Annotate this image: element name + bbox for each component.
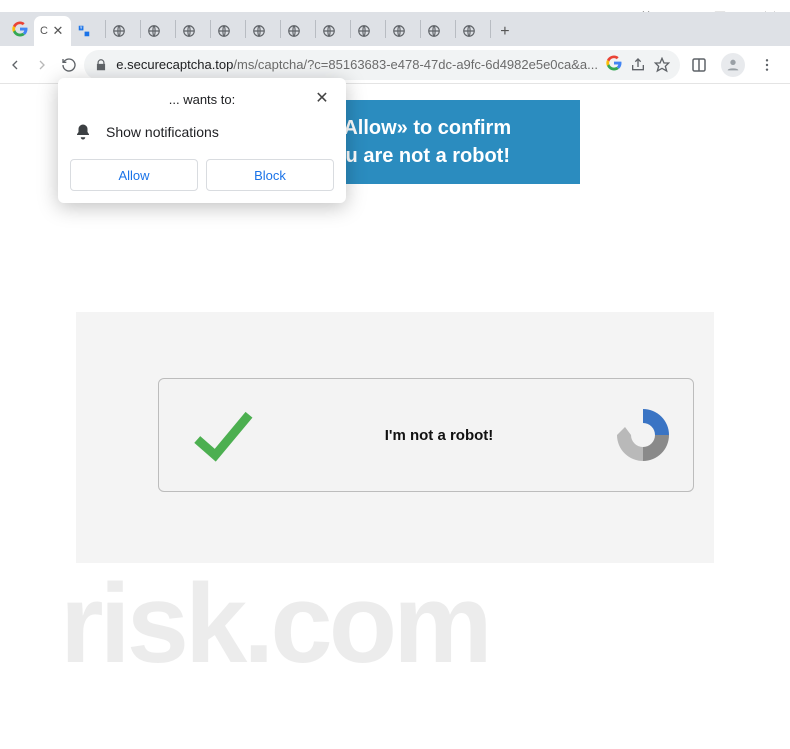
new-tab-button[interactable]: + <box>491 18 519 46</box>
captcha-label: I'm not a robot! <box>267 427 611 444</box>
reading-list-icon[interactable] <box>684 50 714 80</box>
globe-icon <box>217 24 231 38</box>
permission-block-button[interactable]: Block <box>206 159 334 191</box>
tab-generic[interactable] <box>281 16 315 46</box>
globe-icon <box>357 24 371 38</box>
tab-generic[interactable] <box>351 16 385 46</box>
globe-icon <box>112 24 126 38</box>
reload-button[interactable] <box>58 50 81 80</box>
tab-generic[interactable] <box>456 16 490 46</box>
bell-icon <box>74 123 92 141</box>
tab-strip: C ✕ + <box>0 12 790 46</box>
back-button[interactable] <box>4 50 27 80</box>
url-path: /ms/captcha/?c=85163683-e478-47dc-a9fc-6… <box>233 57 598 72</box>
globe-icon <box>182 24 196 38</box>
globe-icon <box>427 24 441 38</box>
globe-icon <box>287 24 301 38</box>
browser-menu-button[interactable] <box>752 50 782 80</box>
watermark-text: risk.com <box>60 559 790 688</box>
tab-generic[interactable] <box>141 16 175 46</box>
avatar-icon <box>721 53 745 77</box>
globe-icon <box>392 24 406 38</box>
tab-generic[interactable] <box>386 16 420 46</box>
permission-allow-button[interactable]: Allow <box>70 159 198 191</box>
tab-generic[interactable] <box>316 16 350 46</box>
permission-title: ... wants to: <box>169 92 235 107</box>
captcha-section: I'm not a robot! <box>76 312 714 563</box>
notification-permission-dialog: ... wants to: ✕ Show notifications Allow… <box>58 78 346 203</box>
checkmark-icon <box>177 390 267 480</box>
google-home-icon[interactable] <box>6 12 34 46</box>
google-page-icon[interactable] <box>606 55 622 74</box>
globe-icon <box>147 24 161 38</box>
tab-generic[interactable] <box>211 16 245 46</box>
permission-close-button[interactable]: ✕ <box>312 88 332 108</box>
tab-active[interactable]: C ✕ <box>34 16 71 46</box>
lock-icon <box>94 58 108 72</box>
tab-generic[interactable] <box>246 16 280 46</box>
tab-generic[interactable] <box>106 16 140 46</box>
globe-icon <box>252 24 266 38</box>
toolbar-right <box>684 50 782 80</box>
globe-icon <box>462 24 476 38</box>
tab-generic[interactable] <box>421 16 455 46</box>
tab-active-label: C <box>40 25 48 37</box>
globe-icon <box>322 24 336 38</box>
translate-icon <box>77 24 91 38</box>
address-bar[interactable]: e.securecaptcha.top/ms/captcha/?c=851636… <box>84 50 680 80</box>
bookmark-star-icon[interactable] <box>654 50 670 80</box>
profile-avatar[interactable] <box>718 50 748 80</box>
share-icon[interactable] <box>630 50 646 80</box>
tab-translate[interactable] <box>71 16 105 46</box>
tab-generic[interactable] <box>176 16 210 46</box>
url-host: e.securecaptcha.top <box>116 57 233 72</box>
tab-close-button[interactable]: ✕ <box>51 24 65 38</box>
captcha-card[interactable]: I'm not a robot! <box>158 378 694 492</box>
url-text: e.securecaptcha.top/ms/captcha/?c=851636… <box>116 57 598 72</box>
permission-message: Show notifications <box>106 124 219 140</box>
recaptcha-logo-icon <box>611 403 675 467</box>
forward-button[interactable] <box>31 50 54 80</box>
